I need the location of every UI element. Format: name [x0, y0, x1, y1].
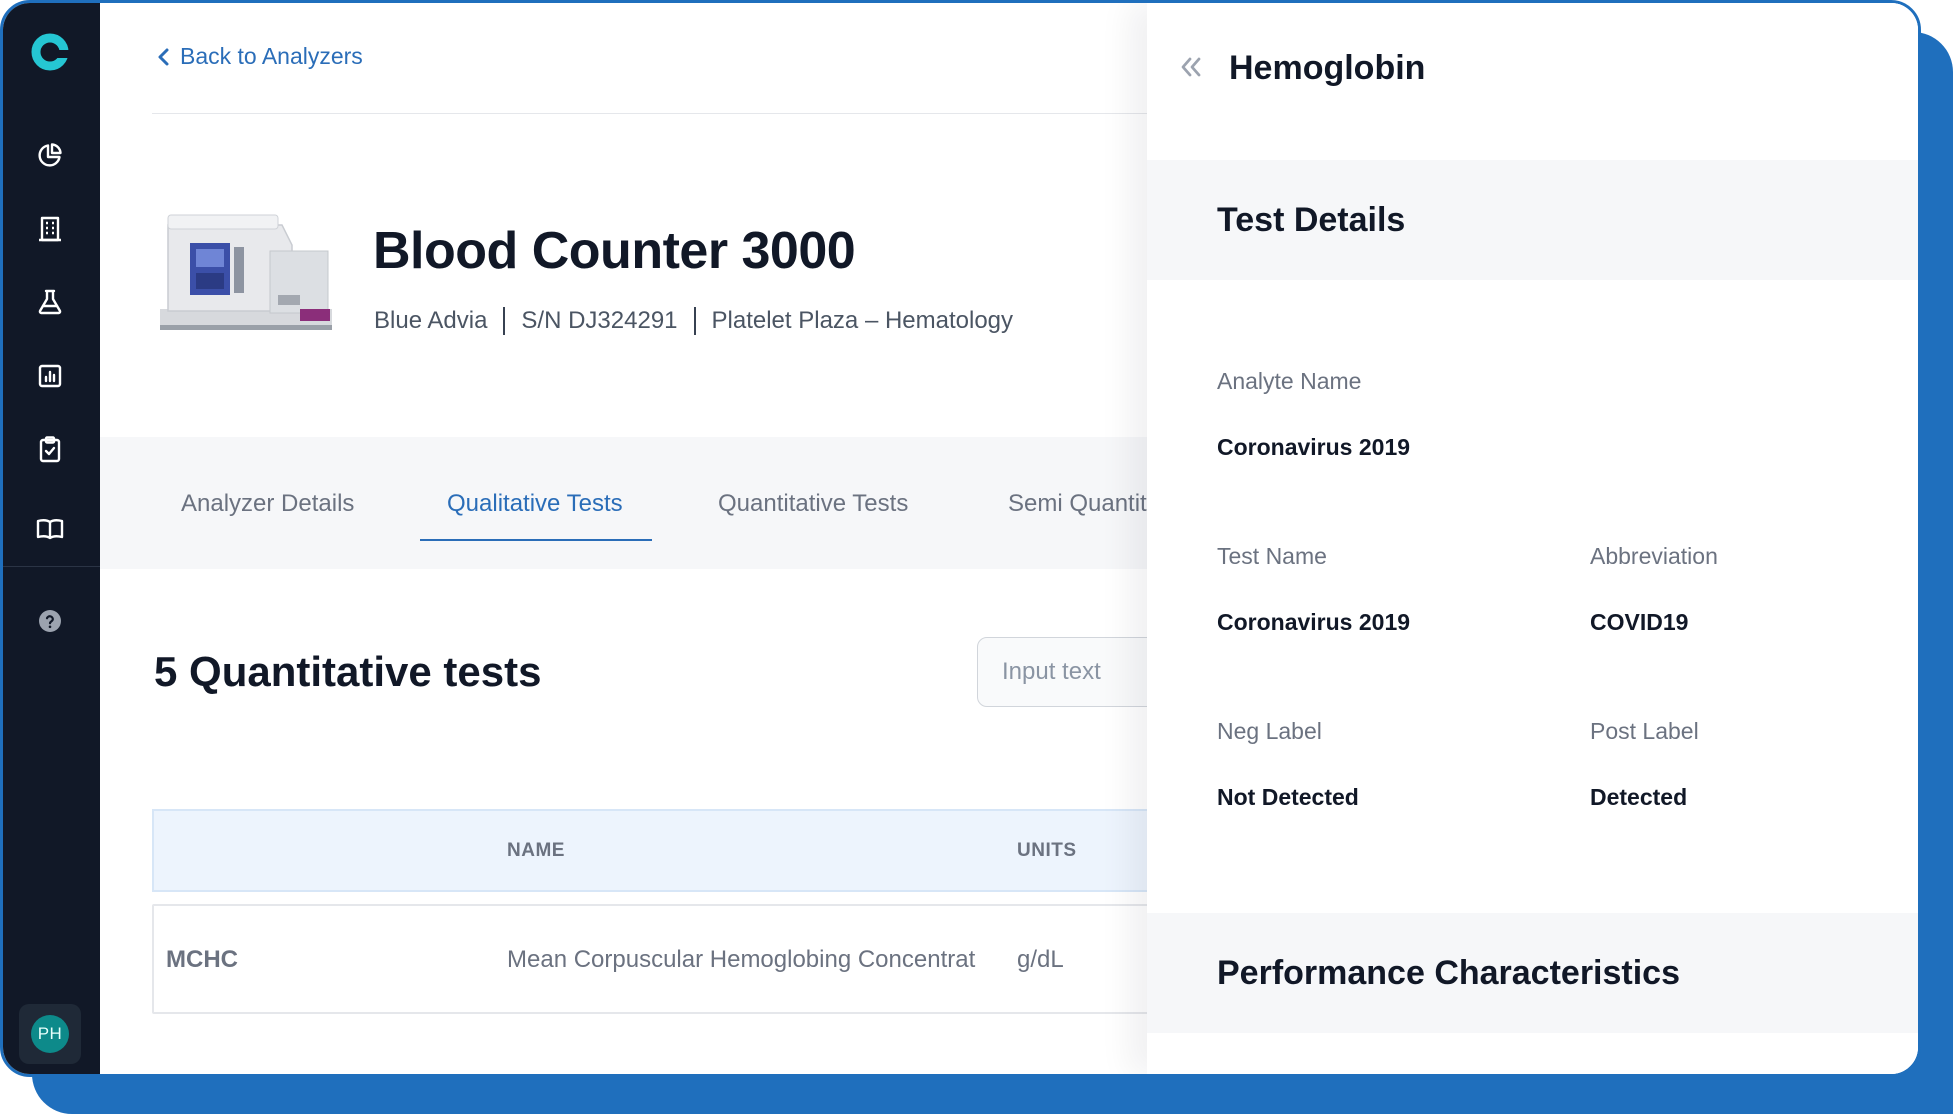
help-icon[interactable]: [35, 606, 65, 636]
clipboard-check-icon[interactable]: [35, 434, 65, 464]
test-details-title: Test Details: [1217, 201, 1406, 239]
pie-chart-icon[interactable]: [35, 140, 65, 170]
row-abbreviation: MCHC: [166, 946, 238, 973]
tests-count-title: 5 Quantitative tests: [154, 648, 542, 695]
test-name-value: Coronavirus 2019: [1217, 609, 1411, 635]
analyzer-model: Blue Advia: [374, 307, 488, 334]
analyzer-location: Platelet Plaza – Hematology: [711, 307, 1014, 334]
analyzer-serial: S/N DJ324291: [521, 307, 678, 334]
back-to-analyzers-link[interactable]: Back to Analyzers: [156, 43, 363, 70]
table-header: [152, 809, 1252, 892]
avatar[interactable]: PH: [31, 1015, 69, 1053]
abbreviation-value: COVID19: [1590, 609, 1689, 635]
tab-qualitative-tests[interactable]: Qualitative Tests: [447, 490, 623, 518]
analyte-name-value: Coronavirus 2019: [1217, 434, 1411, 460]
drawer-title: Hemoglobin: [1229, 49, 1426, 87]
tab-semi-quantitative[interactable]: Semi Quantit: [1008, 490, 1147, 518]
book-icon[interactable]: [35, 514, 65, 544]
active-tab-indicator: [420, 539, 652, 541]
post-label-label: Post Label: [1590, 718, 1699, 744]
meta-separator: [693, 307, 696, 335]
bar-chart-icon[interactable]: [35, 361, 65, 391]
app-window: PH Back to Analyzers Blood Counter 3000: [0, 0, 1921, 1077]
analyte-name-label: Analyte Name: [1217, 368, 1362, 394]
abbreviation-label: Abbreviation: [1590, 543, 1718, 569]
user-menu[interactable]: PH: [19, 1004, 81, 1064]
header-divider: [152, 113, 1152, 114]
column-header-units[interactable]: UNITS: [1017, 840, 1077, 862]
column-header-name[interactable]: NAME: [507, 840, 565, 862]
chevron-left-icon: [158, 48, 169, 65]
back-link-label: Back to Analyzers: [180, 43, 363, 69]
building-icon[interactable]: [35, 214, 65, 244]
performance-title: Performance Characteristics: [1217, 954, 1681, 992]
analyzer-device-image: [160, 214, 332, 330]
row-units: g/dL: [1017, 946, 1064, 973]
tab-quantitative-tests[interactable]: Quantitative Tests: [718, 490, 908, 518]
tab-analyzer-details[interactable]: Analyzer Details: [181, 490, 354, 518]
post-label-value: Detected: [1590, 784, 1688, 810]
neg-label-value: Not Detected: [1217, 784, 1359, 810]
analyzer-title: Blood Counter 3000: [373, 222, 856, 280]
sidebar-divider: [3, 566, 100, 567]
neg-label-label: Neg Label: [1217, 718, 1322, 744]
test-name-label: Test Name: [1217, 543, 1327, 569]
sidebar: PH: [3, 3, 100, 1074]
logo-icon[interactable]: [31, 33, 69, 71]
meta-separator: [503, 307, 506, 335]
double-chevron-left-icon[interactable]: [1177, 53, 1205, 81]
test-detail-drawer: Hemoglobin Test Details Analyte Name Cor…: [1147, 3, 1918, 1074]
row-test-name: Mean Corpuscular Hemoglobing Concentrat: [507, 946, 976, 973]
flask-icon[interactable]: [35, 287, 65, 317]
analyzer-meta: Blue Advia S/N DJ324291 Platelet Plaza –…: [374, 307, 1013, 335]
